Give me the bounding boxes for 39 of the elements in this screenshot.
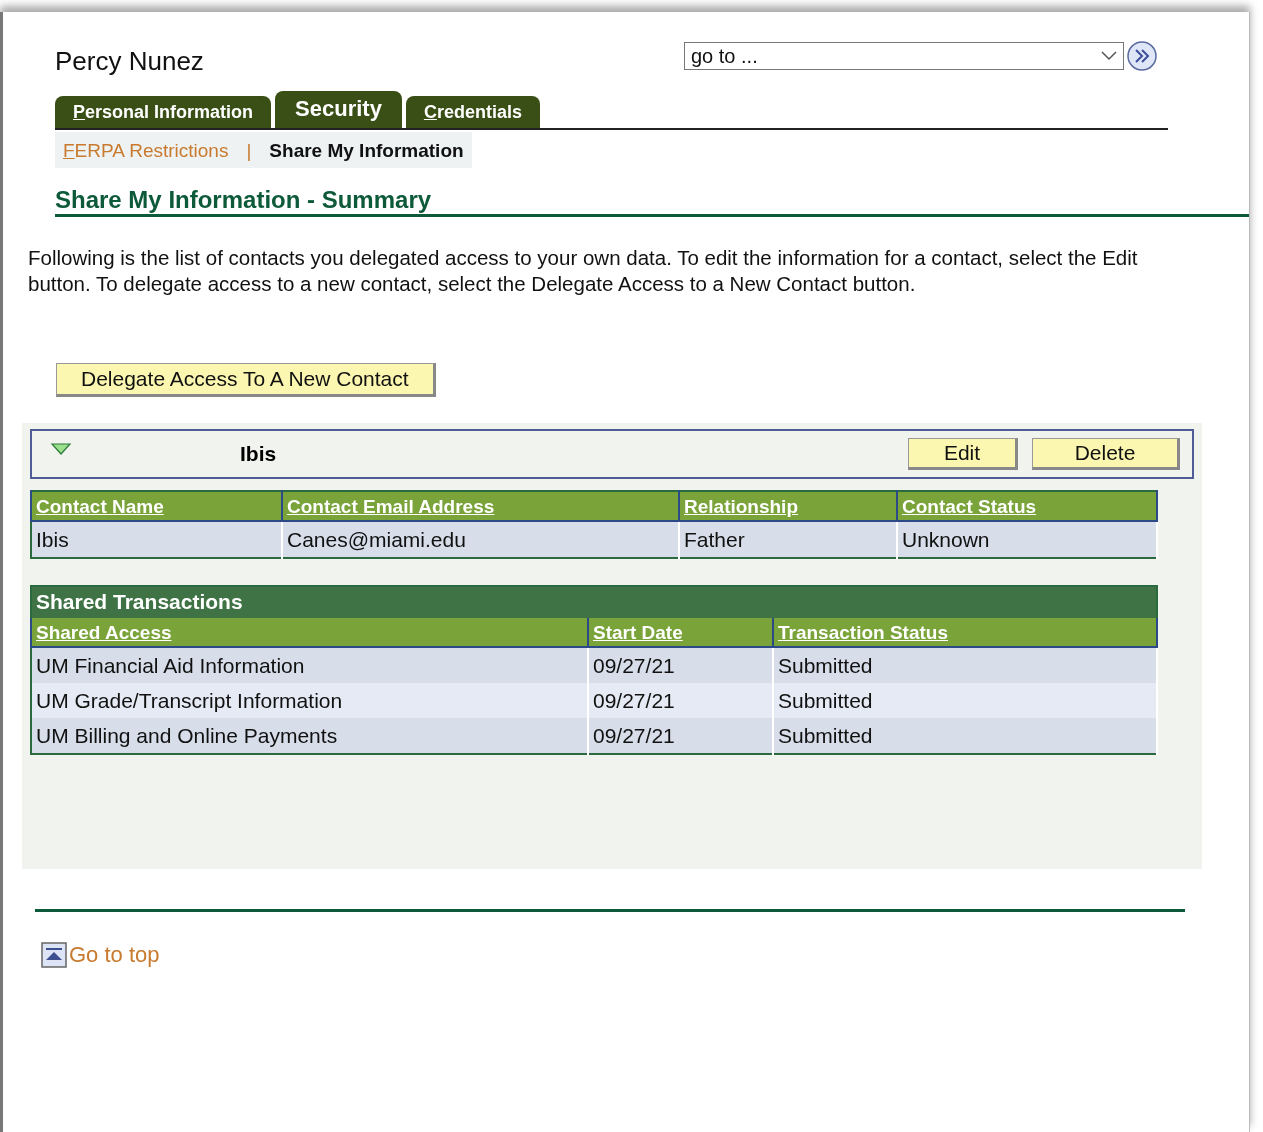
column-header[interactable]: Shared Access bbox=[31, 618, 588, 647]
column-header[interactable]: Contact Email Address bbox=[282, 491, 679, 521]
table-cell: UM Billing and Online Payments bbox=[31, 718, 588, 754]
table-cell: UM Financial Aid Information bbox=[31, 647, 588, 683]
delegate-access-button[interactable]: Delegate Access To A New Contact bbox=[56, 363, 436, 397]
chevron-down-icon bbox=[1100, 50, 1118, 62]
go-to-dropdown[interactable]: go to ... bbox=[684, 42, 1124, 70]
user-name: Percy Nunez bbox=[55, 46, 204, 77]
table-cell: Submitted bbox=[773, 718, 1157, 754]
separator: | bbox=[246, 140, 252, 162]
column-header[interactable]: Start Date bbox=[588, 618, 773, 647]
tab[interactable]: Personal Information bbox=[55, 96, 272, 128]
table-cell: Submitted bbox=[773, 647, 1157, 683]
ferpa-link[interactable]: FERPA Restrictions bbox=[63, 140, 229, 162]
table-cell: 09/27/21 bbox=[588, 647, 773, 683]
column-header[interactable]: Contact Status bbox=[897, 491, 1157, 521]
go-to-top-link[interactable]: Go to top bbox=[69, 942, 160, 968]
instructions-text: Following is the list of contacts you delegated access to your own data. To edit the information for a contact, select the Edit button. To delegate access to a new contact, select the Delegate Access to a New Contact button. bbox=[28, 245, 1139, 297]
tab[interactable]: Credentials bbox=[405, 96, 540, 128]
contact-name: Ibis bbox=[240, 442, 277, 466]
edit-button[interactable]: Edit bbox=[908, 438, 1018, 470]
table-title: Shared Transactions bbox=[30, 585, 1158, 618]
table-cell: Ibis bbox=[31, 521, 282, 558]
table-cell: UM Grade/Transcript Information bbox=[31, 683, 588, 718]
table-cell: 09/27/21 bbox=[588, 718, 773, 754]
column-header[interactable]: Contact Name bbox=[31, 491, 282, 521]
page-title: Share My Information - Summary bbox=[55, 186, 1249, 217]
current-page-label: Share My Information bbox=[269, 140, 464, 162]
tab[interactable]: Security bbox=[275, 91, 402, 128]
go-to-top-icon[interactable] bbox=[41, 942, 67, 968]
column-header[interactable]: Transaction Status bbox=[773, 618, 1157, 647]
table-cell: Canes@miami.edu bbox=[282, 521, 679, 558]
delete-button[interactable]: Delete bbox=[1032, 438, 1180, 470]
column-header[interactable]: Relationship bbox=[679, 491, 897, 521]
table-cell: Submitted bbox=[773, 683, 1157, 718]
table-cell: 09/27/21 bbox=[588, 683, 773, 718]
table-cell: Unknown bbox=[897, 521, 1157, 558]
collapse-triangle-icon[interactable] bbox=[50, 442, 72, 456]
table-cell: Father bbox=[679, 521, 897, 558]
